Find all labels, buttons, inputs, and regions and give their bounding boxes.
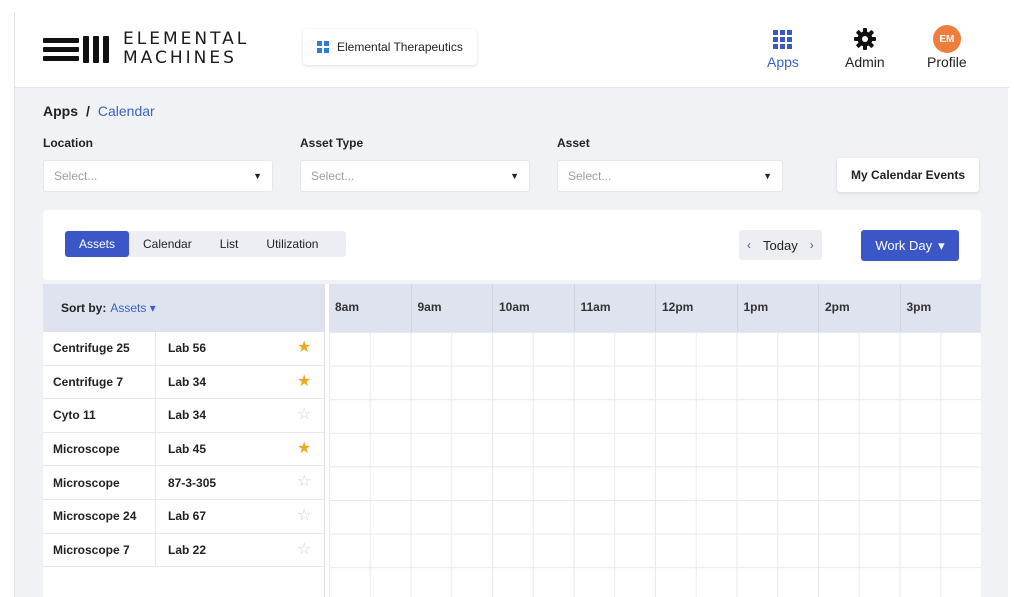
work-day-select[interactable]: Work Day ▾ (861, 230, 959, 261)
breadcrumb-separator: / (86, 103, 90, 119)
breadcrumb-apps[interactable]: Apps (43, 103, 78, 119)
chevron-down-icon: ▼ (763, 171, 772, 181)
hour-label: 9am (410, 284, 493, 332)
my-calendar-events-button[interactable]: My Calendar Events (837, 158, 979, 192)
asset-location: Lab 34 (155, 399, 275, 432)
nav-admin[interactable]: Admin (845, 24, 885, 70)
sort-dropdown[interactable]: Assets ▾ (110, 301, 155, 315)
schedule-grid: Sort by: Assets ▾ Centrifuge 25 Lab 56 ★ Ce… (43, 284, 981, 597)
organization-icon (317, 41, 329, 53)
location-select-value: Select... (54, 169, 98, 183)
hour-label: 1pm (736, 284, 819, 332)
asset-row[interactable]: Centrifuge 25 Lab 56 ★ (43, 332, 324, 366)
day-navigation: ‹ Today › (739, 230, 822, 260)
star-filled-icon[interactable]: ★ (297, 373, 311, 390)
breadcrumb-current: Calendar (97, 103, 155, 119)
asset-name: Centrifuge 25 (53, 341, 130, 356)
location-label: Location (43, 136, 93, 150)
star-outline-icon[interactable]: ☆ (297, 507, 311, 524)
asset-list: Sort by: Assets ▾ Centrifuge 25 Lab 56 ★ Ce… (43, 284, 325, 597)
logo-text: ELEMENTAL MACHINES (123, 30, 249, 68)
timeline-cells[interactable] (329, 332, 981, 597)
asset-name: Microscope 7 (53, 542, 130, 557)
asset-name: Microscope (53, 442, 120, 457)
breadcrumb: Apps / Calendar (43, 103, 155, 119)
star-outline-icon[interactable]: ☆ (297, 541, 311, 558)
asset-name: Centrifuge 7 (53, 374, 124, 389)
asset-row[interactable]: Microscope 87-3-305 ☆ (43, 466, 324, 500)
chevron-down-icon: ▾ (149, 301, 156, 315)
chevron-down-icon: ▼ (510, 171, 519, 181)
asset-location: Lab 45 (155, 432, 275, 466)
hour-header: 8am 9am 10am 11am 12pm 1pm 2pm 3pm (329, 284, 981, 332)
grid-icon (773, 29, 793, 49)
asset-location: Lab 67 (155, 499, 275, 533)
asset-location: Lab 56 (155, 332, 275, 365)
asset-type-label: Asset Type (300, 136, 364, 150)
tab-calendar[interactable]: Calendar (129, 231, 206, 257)
chevron-down-icon: ▾ (938, 237, 945, 253)
sort-header: Sort by: Assets ▾ (43, 284, 324, 332)
tab-list[interactable]: List (206, 231, 253, 257)
star-outline-icon[interactable]: ☆ (297, 407, 311, 423)
asset-select-value: Select... (568, 169, 612, 183)
logo-line-1: ELEMENTAL (123, 29, 250, 49)
tab-assets[interactable]: Assets (65, 231, 130, 257)
sort-value: Assets (110, 301, 147, 315)
app-window: ELEMENTAL MACHINES Elemental Therapeutic… (14, 12, 1009, 597)
star-filled-icon[interactable]: ★ (297, 340, 311, 356)
view-toolbar: Assets Calendar List Utilization ‹ Today… (43, 210, 981, 280)
asset-select[interactable]: Select... ▼ (557, 160, 783, 192)
asset-row[interactable]: Centrifuge 7 Lab 34 ★ (43, 365, 324, 400)
asset-location: 87-3-305 (155, 466, 275, 499)
today-button[interactable]: Today (763, 238, 798, 253)
asset-location: Lab 34 (155, 365, 275, 399)
asset-name: Cyto 11 (53, 408, 96, 423)
star-filled-icon[interactable]: ★ (297, 440, 311, 457)
tab-utilization[interactable]: Utilization (252, 231, 332, 257)
timeline: 8am 9am 10am 11am 12pm 1pm 2pm 3pm (329, 284, 981, 597)
hour-label: 11am (573, 284, 656, 332)
chevron-right-icon[interactable]: › (810, 238, 814, 252)
chevron-left-icon[interactable]: ‹ (747, 238, 751, 252)
logo-mark-icon (43, 35, 109, 63)
asset-row[interactable]: Microscope 24 Lab 67 ☆ (43, 499, 324, 534)
top-bar: ELEMENTAL MACHINES Elemental Therapeutic… (15, 12, 1009, 88)
nav-profile[interactable]: EM Profile (927, 24, 967, 70)
hour-label: 12pm (655, 284, 737, 332)
nav-apps-label: Apps (767, 54, 799, 70)
hour-label: 3pm (899, 284, 982, 332)
asset-rows: Centrifuge 25 Lab 56 ★ Centrifuge 7 Lab 34 ★ C… (43, 332, 324, 568)
asset-name: Microscope (53, 475, 120, 490)
gear-icon (853, 28, 876, 50)
asset-row[interactable]: Cyto 11 Lab 34 ☆ (43, 399, 324, 433)
hour-label: 10am (492, 284, 574, 332)
asset-name: Microscope 24 (53, 509, 137, 524)
avatar: EM (932, 25, 961, 53)
work-day-label: Work Day (875, 238, 933, 253)
chevron-down-icon: ▼ (253, 171, 262, 181)
nav-profile-label: Profile (927, 54, 967, 70)
sort-label: Sort by: (61, 301, 107, 315)
organization-name: Elemental Therapeutics (337, 40, 463, 54)
asset-row[interactable]: Microscope 7 Lab 22 ☆ (43, 533, 324, 568)
elemental-machines-logo[interactable]: ELEMENTAL MACHINES (43, 30, 249, 68)
location-select[interactable]: Select... ▼ (43, 160, 273, 192)
hour-label: 2pm (818, 284, 900, 332)
nav-admin-label: Admin (845, 54, 885, 70)
view-tabs: Assets Calendar List Utilization (65, 231, 347, 257)
asset-label: Asset (557, 136, 590, 150)
asset-type-select[interactable]: Select... ▼ (300, 160, 530, 192)
nav-apps[interactable]: Apps (767, 24, 799, 70)
star-outline-icon[interactable]: ☆ (297, 474, 311, 490)
logo-line-2: MACHINES (123, 48, 237, 68)
hour-label: 8am (335, 300, 360, 314)
organization-switcher[interactable]: Elemental Therapeutics (303, 29, 477, 65)
asset-location: Lab 22 (155, 533, 275, 567)
asset-type-select-value: Select... (311, 169, 355, 183)
asset-row[interactable]: Microscope Lab 45 ★ (43, 432, 324, 467)
